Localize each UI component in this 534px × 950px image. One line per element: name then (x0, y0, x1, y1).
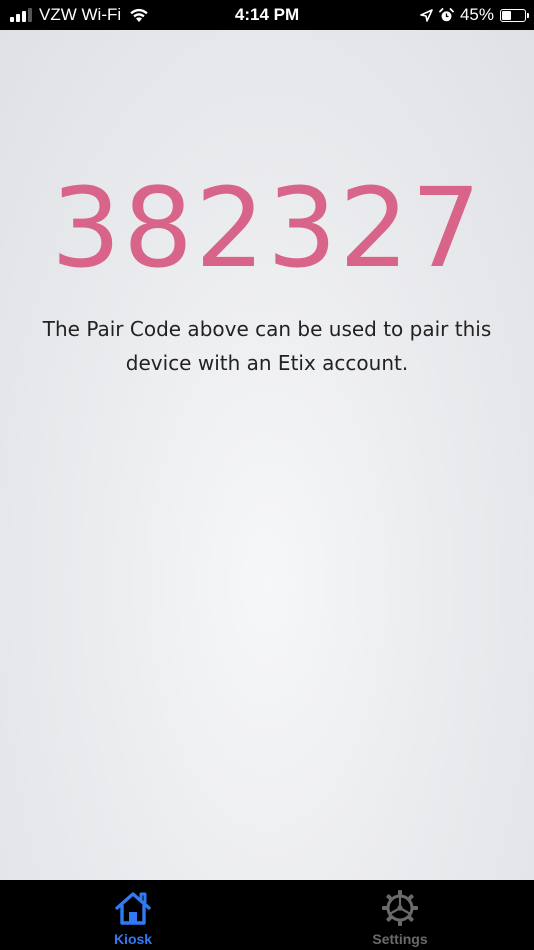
status-bar: VZW Wi-Fi 4:14 PM 45% (0, 0, 534, 30)
pair-code: 382327 (51, 164, 483, 292)
tab-kiosk[interactable]: Kiosk (33, 880, 233, 950)
alarm-icon (439, 7, 454, 21)
main-content: 382327 The Pair Code above can be used t… (0, 30, 534, 880)
tab-bar: Kiosk Settings (0, 880, 534, 950)
status-right: 45% (420, 0, 529, 30)
location-icon (420, 8, 433, 22)
gear-icon (382, 890, 418, 926)
tab-settings[interactable]: Settings (300, 880, 500, 950)
battery-fill (502, 10, 511, 20)
tab-kiosk-label: Kiosk (113, 931, 153, 947)
screen: VZW Wi-Fi 4:14 PM 45% 382327 The Pair Co… (0, 0, 534, 950)
battery-icon (500, 8, 529, 22)
battery-percent: 45% (459, 5, 494, 24)
pair-code-description: The Pair Code above can be used to pair … (42, 317, 492, 375)
home-icon (115, 892, 151, 925)
tab-settings-label: Settings (372, 931, 428, 947)
